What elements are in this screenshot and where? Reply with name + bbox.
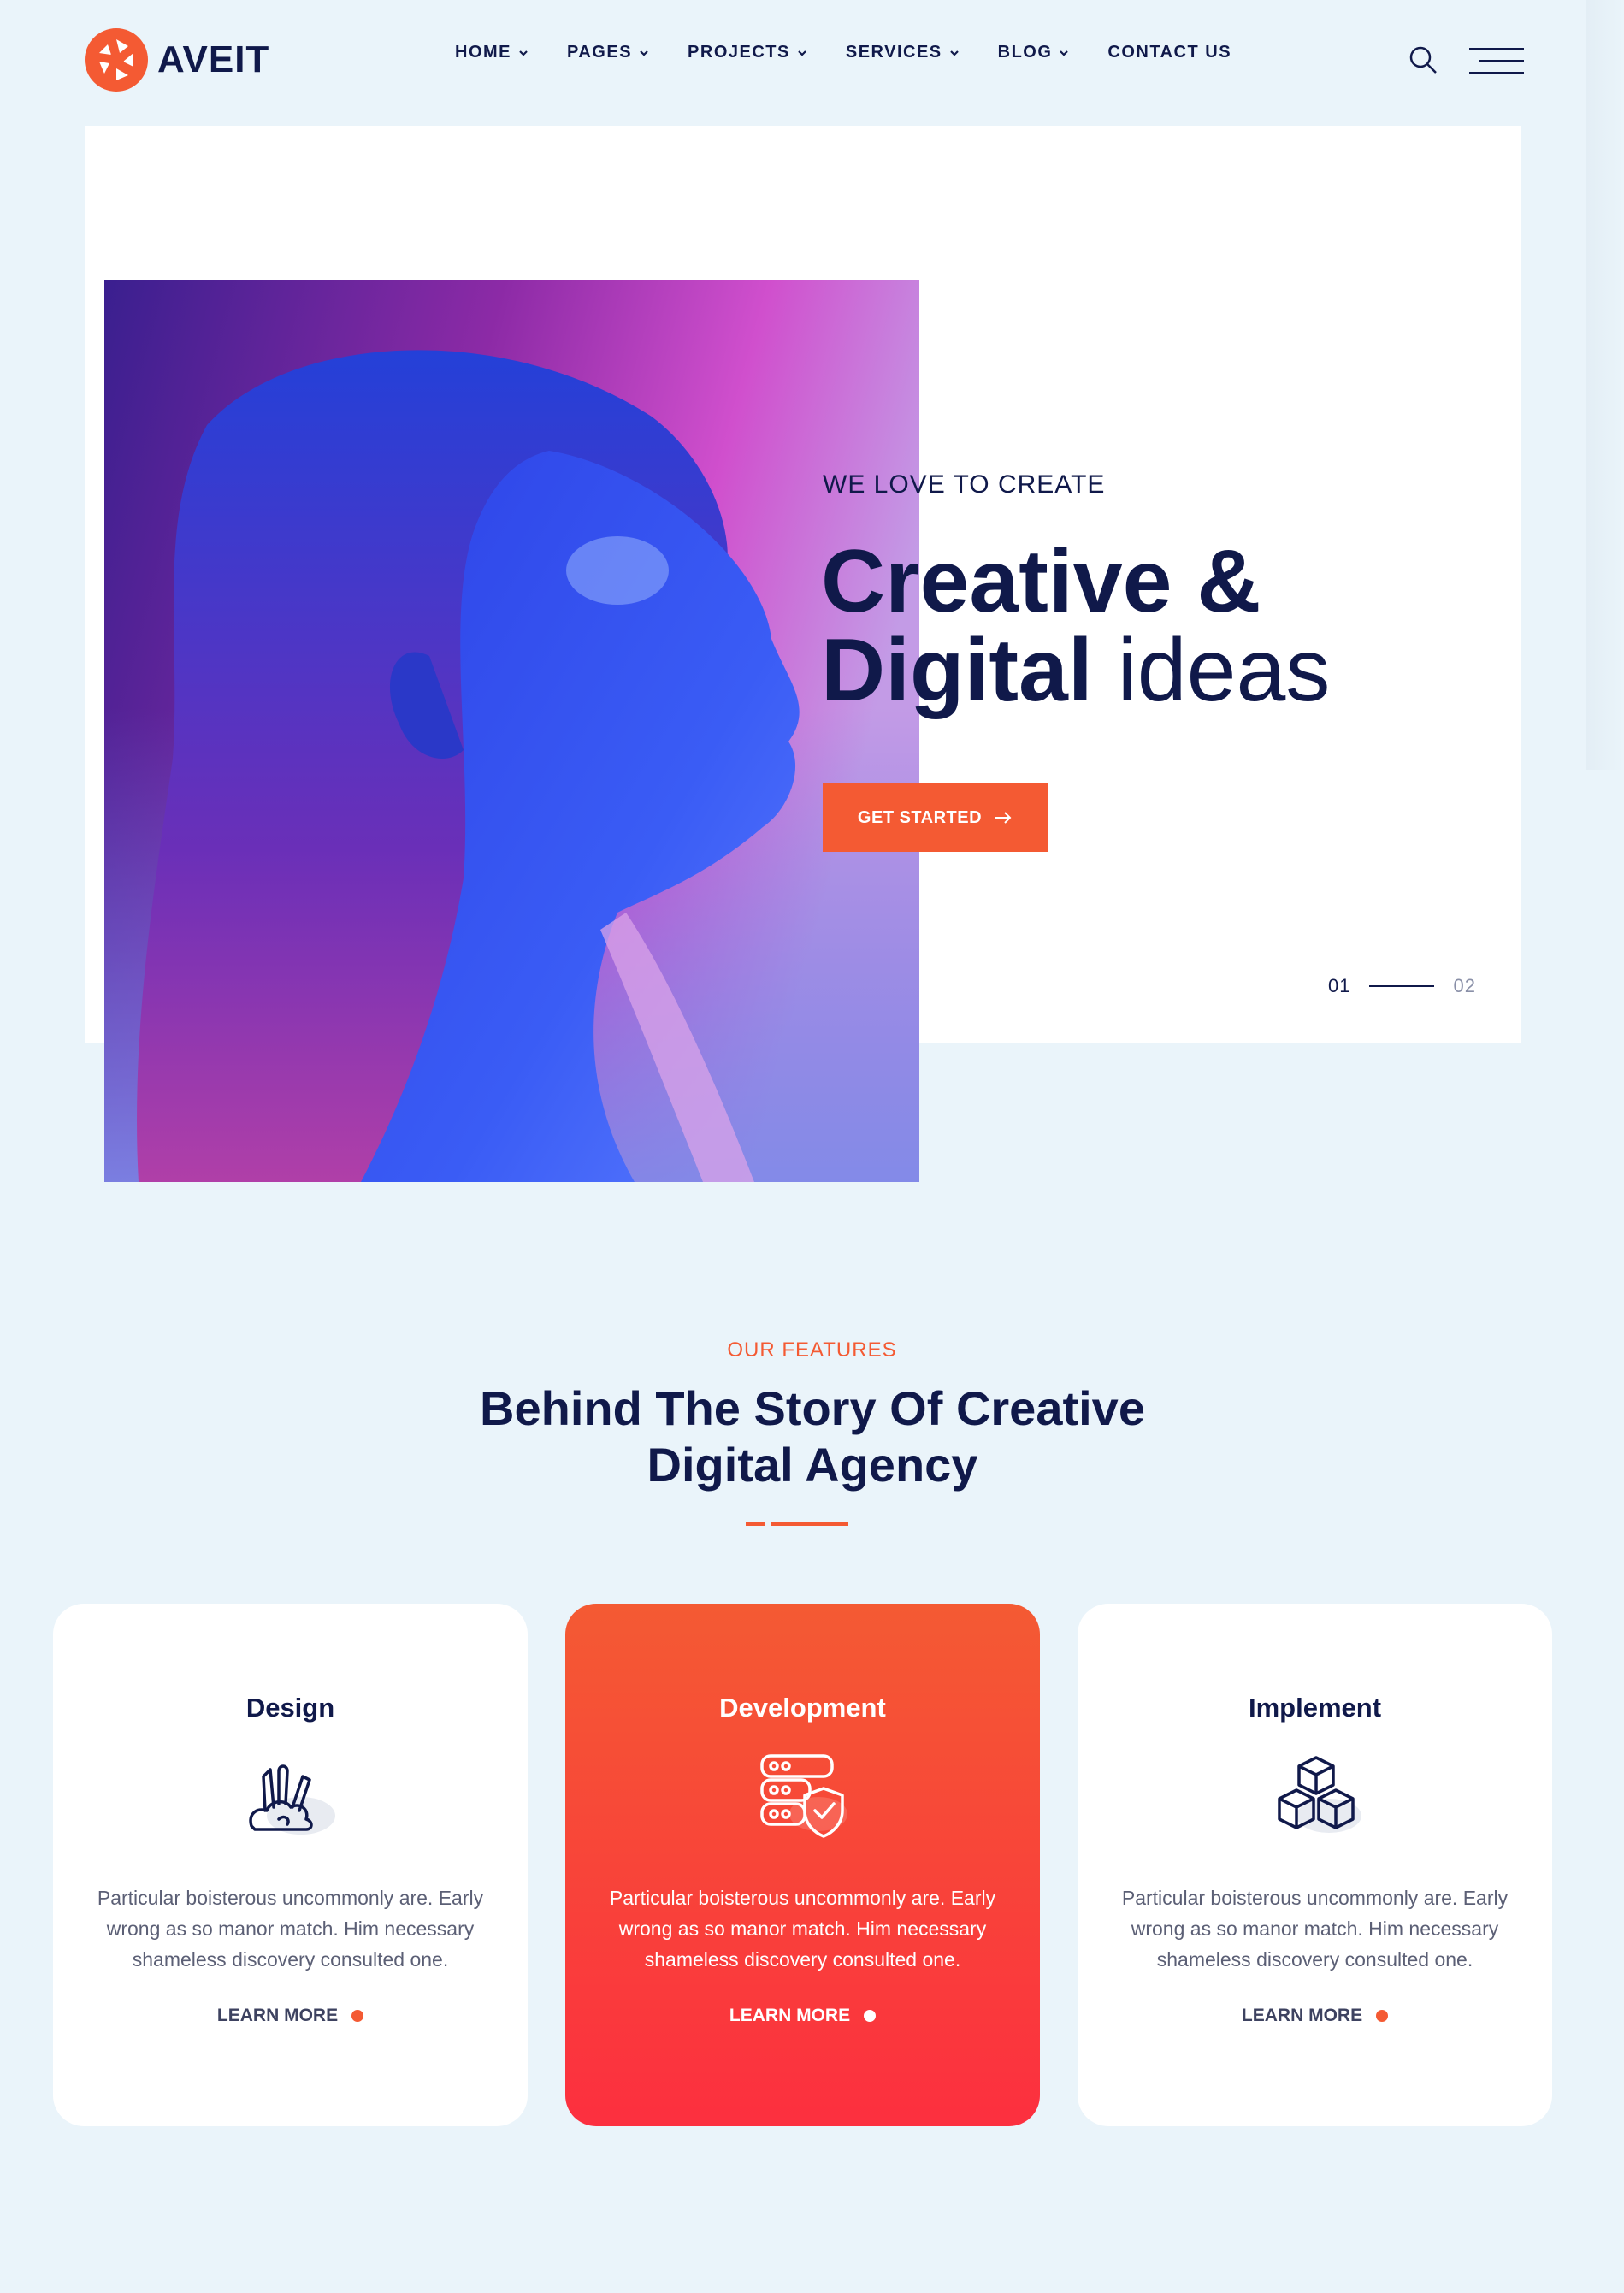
card-text: Particular boisterous uncommonly are. Ea…	[1121, 1887, 1509, 1971]
card-title: Design	[245, 1693, 335, 1723]
chevron-down-icon	[1060, 50, 1069, 56]
brand-name: AVEIT	[157, 38, 270, 80]
nav-item-pages[interactable]: PAGES	[567, 43, 649, 62]
nav-item-projects[interactable]: PROJECTS	[688, 43, 807, 62]
features-title-line2: Digital Agency	[647, 1438, 978, 1492]
nav-item-label: PROJECTS	[688, 43, 790, 62]
server-shield-icon	[760, 1754, 847, 1838]
arrow-right-icon	[995, 812, 1012, 824]
dot-icon	[351, 2010, 364, 2022]
learn-more-link[interactable]: LEARN MORE	[1078, 2006, 1552, 2026]
section-divider	[746, 1522, 848, 1526]
pager-line	[1369, 985, 1435, 987]
cubes-icon	[1278, 1756, 1361, 1833]
feature-card-design: Design Particular boisterous uncommonly …	[53, 1604, 528, 2126]
features-eyebrow: OUR FEATURES	[727, 1339, 897, 1362]
card-text: Particular boisterous uncommonly are. Ea…	[97, 1887, 484, 1971]
hero-title: Creative & Digital ideas	[821, 537, 1330, 715]
logo[interactable]: AVEIT	[84, 27, 269, 92]
nav-item-home[interactable]: HOME	[455, 43, 529, 62]
slider-pager: 01 02	[1328, 975, 1476, 997]
nav-item-blog[interactable]: BLOG	[998, 43, 1070, 62]
learn-more-label: LEARN MORE	[729, 2006, 851, 2025]
dot-icon	[864, 2010, 877, 2022]
search-icon[interactable]	[1408, 44, 1438, 75]
chevron-down-icon	[949, 50, 959, 56]
get-started-label: GET STARTED	[857, 807, 983, 827]
learn-more-label: LEARN MORE	[1241, 2006, 1363, 2025]
nav-item-label: CONTACT US	[1107, 43, 1232, 62]
nav-item-label: SERVICES	[845, 43, 942, 62]
design-tools-icon	[249, 1764, 335, 1835]
features-title-line1: Behind The Story Of Creative	[480, 1381, 1145, 1435]
nav-item-label: PAGES	[567, 43, 633, 62]
hero-title-light-word: ideas	[1117, 621, 1331, 720]
card-title: Development	[719, 1693, 886, 1723]
hero-eyebrow: WE LOVE TO CREATE	[823, 470, 1106, 499]
nav-item-contact-us[interactable]: CONTACT US	[1107, 43, 1231, 62]
learn-more-label: LEARN MORE	[216, 2006, 339, 2025]
feature-card-implement: Implement Particular boisterous uncommon…	[1078, 1604, 1552, 2126]
hamburger-menu-icon[interactable]	[1469, 48, 1524, 75]
chevron-down-icon	[519, 50, 528, 56]
main-nav: HOME PAGES PROJECTS SERVICES BLOG CONTAC…	[455, 43, 1231, 62]
dot-icon	[1376, 2010, 1389, 2022]
hero-title-line1: Creative &	[821, 532, 1261, 631]
feature-card-development: Development Particular boisterous uncomm…	[565, 1604, 1040, 2126]
get-started-button[interactable]: GET STARTED	[823, 783, 1048, 852]
chevron-down-icon	[640, 50, 648, 56]
nav-item-label: HOME	[455, 43, 511, 62]
features-title: Behind The Story Of Creative Digital Age…	[385, 1380, 1240, 1493]
learn-more-link[interactable]: LEARN MORE	[53, 2006, 528, 2026]
card-title: Implement	[1248, 1693, 1382, 1723]
edge-shadow	[1586, 0, 1624, 770]
hero-portrait-image	[104, 280, 919, 1182]
card-text: Particular boisterous uncommonly are. Ea…	[609, 1887, 996, 1971]
hero-title-bold-word: Digital	[821, 621, 1093, 720]
learn-more-link[interactable]: LEARN MORE	[565, 2006, 1040, 2026]
slide-current[interactable]: 01	[1328, 975, 1350, 997]
chevron-down-icon	[798, 50, 806, 56]
nav-item-label: BLOG	[997, 43, 1053, 62]
aperture-logo-icon	[85, 28, 148, 92]
slide-next[interactable]: 02	[1453, 975, 1475, 997]
nav-item-services[interactable]: SERVICES	[846, 43, 960, 62]
